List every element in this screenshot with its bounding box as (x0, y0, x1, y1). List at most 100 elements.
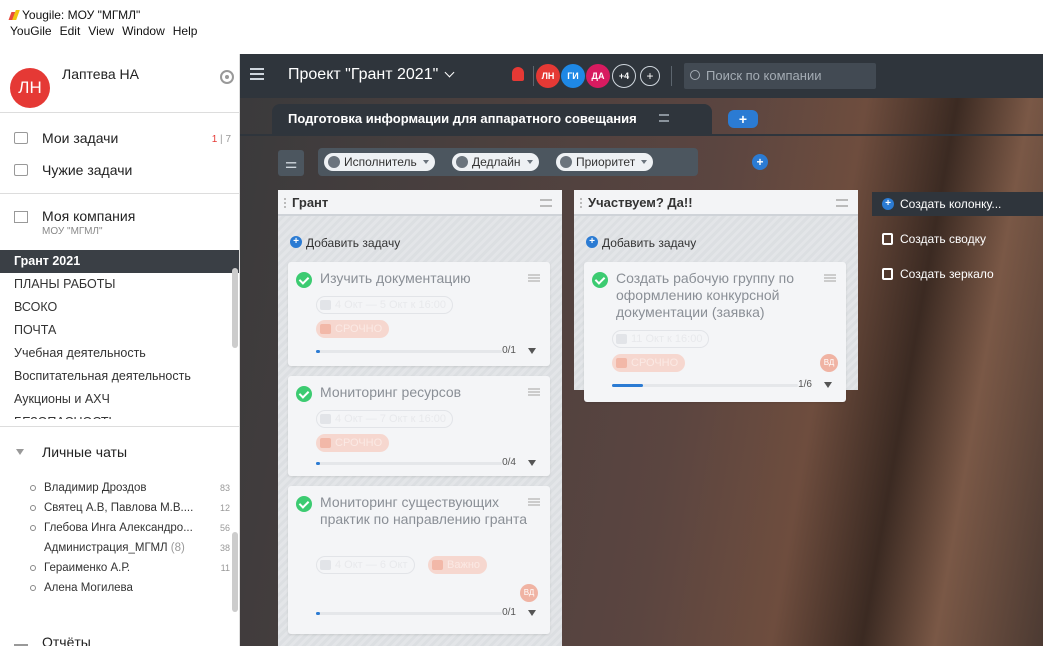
collapse-triangle-icon[interactable] (16, 449, 24, 455)
create-column-button[interactable]: + Создать колонку... (872, 192, 1043, 216)
project-title[interactable]: Проект "Грант 2021" (288, 66, 455, 84)
chevron-down-icon[interactable] (528, 348, 536, 354)
member-avatar[interactable]: ГИ (561, 64, 585, 88)
company-header[interactable]: Моя компания МОУ "МГМЛ" (14, 208, 135, 237)
deadline-chip: 4 Окт — 7 Окт к 16:00 (316, 410, 453, 428)
chart-icon (14, 634, 28, 646)
nav-my-tasks[interactable]: Мои задачи (14, 130, 118, 146)
menu-icon[interactable] (659, 114, 669, 122)
task-card[interactable]: Создать рабочую группу по оформлению кон… (584, 262, 846, 402)
menu-edit[interactable]: Edit (60, 24, 81, 38)
chat-count: 11 (220, 563, 230, 573)
progress-bar (316, 612, 502, 615)
progress-fill (316, 612, 320, 615)
sidebar-toggle-icon[interactable] (250, 68, 264, 80)
chevron-down-icon[interactable] (824, 382, 832, 388)
column-participate: Участвуем? Да!! Добавить задачу Создать … (574, 190, 858, 402)
status-dot-icon (30, 565, 36, 571)
menu-bar: YouGile Edit View Window Help (10, 24, 197, 38)
menu-icon[interactable] (540, 199, 552, 207)
filter-icon[interactable]: ⚌ (278, 150, 304, 176)
task-title: Мониторинг ресурсов (320, 384, 462, 400)
project-item[interactable]: Аукционы и АХЧ (0, 388, 239, 411)
divider (533, 66, 534, 86)
progress-count: 0/1 (502, 607, 516, 618)
member-initials: ГИ (567, 71, 579, 81)
menu-icon[interactable] (528, 498, 540, 506)
chevron-down-icon[interactable] (528, 610, 536, 616)
avatar[interactable]: ЛН (10, 68, 50, 108)
task-card[interactable]: Мониторинг ресурсов 4 Окт — 7 Окт к 16:0… (288, 376, 550, 476)
check-circle-icon[interactable] (592, 272, 608, 288)
chats-header-label: Личные чаты (42, 444, 128, 460)
task-card[interactable]: Мониторинг существующих практик по напра… (288, 486, 550, 634)
bell-icon[interactable] (512, 67, 524, 81)
chat-name: Алена Могилева (44, 582, 133, 594)
chat-count: 56 (219, 523, 230, 533)
tab-board-active[interactable]: Подготовка информации для аппаратного со… (272, 104, 712, 134)
project-item[interactable]: Учебная деятельность (0, 342, 239, 365)
projects-scrollbar[interactable] (232, 268, 238, 348)
add-task-button[interactable]: Добавить задачу (290, 236, 400, 250)
member-avatar[interactable]: ЛН (536, 64, 560, 88)
mirror-icon (882, 268, 893, 280)
filter-priority[interactable]: Приоритет (556, 153, 654, 171)
search-input[interactable]: Поиск по компании (684, 63, 876, 89)
nav-others-tasks[interactable]: Чужие задачи (14, 162, 132, 178)
chevron-down-icon[interactable] (528, 460, 536, 466)
project-item[interactable]: ВСОКО (0, 296, 239, 319)
add-task-button[interactable]: Добавить задачу (586, 236, 696, 250)
project-item-grant-2021[interactable]: Грант 2021 (0, 250, 239, 273)
menu-icon[interactable] (836, 199, 848, 207)
add-board-button[interactable]: + (728, 110, 758, 128)
member-avatar[interactable]: ДА (586, 64, 610, 88)
project-item[interactable]: ПЛАНЫ РАБОТЫ (0, 273, 239, 296)
add-member-button[interactable]: + (640, 66, 660, 86)
check-circle-icon[interactable] (296, 386, 312, 402)
menu-view[interactable]: View (88, 24, 114, 38)
project-item[interactable]: Воспитательная деятельность (0, 365, 239, 388)
chats-header[interactable]: Личные чаты (16, 444, 127, 460)
menu-icon[interactable] (528, 274, 540, 282)
deadline-chip: 4 Окт — 5 Окт к 16:00 (316, 296, 453, 314)
priority-chip: СРОЧНО (316, 434, 390, 452)
filter-deadline[interactable]: Дедлайн (452, 153, 539, 171)
project-item[interactable]: ПОЧТА (0, 319, 239, 342)
building-icon (14, 211, 28, 223)
chat-name: Глебова Инга Александро... (44, 522, 193, 534)
assignee-avatar[interactable]: ВД (520, 584, 538, 602)
chat-name: Гераименко А.Р. (44, 562, 131, 574)
chat-name: Владимир Дроздов (44, 482, 147, 494)
user-profile[interactable]: ЛН Лаптева НА (10, 60, 236, 108)
assignee-avatar[interactable]: ВД (820, 354, 838, 372)
check-circle-icon[interactable] (296, 496, 312, 512)
menu-icon[interactable] (824, 274, 836, 282)
chats-scrollbar[interactable] (232, 532, 238, 612)
create-mirror-button[interactable]: Создать зеркало (872, 262, 1043, 286)
project-topbar: Проект "Грант 2021" ЛН ГИ ДА +4 + Поиск … (240, 54, 1043, 98)
chat-item[interactable]: Администрация_МГМЛ (8) 38 (0, 538, 239, 558)
nav-reports-label: Отчёты (42, 634, 91, 646)
menu-help[interactable]: Help (173, 24, 198, 38)
menu-window[interactable]: Window (122, 24, 165, 38)
create-mirror-label: Создать зеркало (900, 267, 994, 281)
project-item[interactable]: БЕЗОПАСНОСТЬ (0, 411, 239, 419)
create-summary-button[interactable]: Создать сводку (872, 227, 1043, 251)
check-circle-icon[interactable] (296, 272, 312, 288)
filter-assignee[interactable]: Исполнитель (324, 153, 435, 171)
chat-item[interactable]: Алена Могилева (0, 578, 239, 598)
chat-item[interactable]: Гераименко А.Р. 11 (0, 558, 239, 578)
menu-icon[interactable] (528, 388, 540, 396)
nav-reports[interactable]: Отчёты (14, 634, 91, 646)
chat-count: 12 (219, 503, 230, 513)
more-members-button[interactable]: +4 (612, 64, 636, 88)
task-card[interactable]: Изучить документацию 4 Окт — 5 Окт к 16:… (288, 262, 550, 366)
chat-item[interactable]: Владимир Дроздов 83 (0, 478, 239, 498)
column-header[interactable]: Грант (278, 190, 562, 216)
gear-icon[interactable] (220, 70, 234, 84)
chat-item[interactable]: Глебова Инга Александро... 56 (0, 518, 239, 538)
add-filter-button[interactable]: + (752, 154, 768, 170)
column-header[interactable]: Участвуем? Да!! (574, 190, 858, 216)
menu-yougile[interactable]: YouGile (10, 24, 52, 38)
chat-item[interactable]: Святец А.В, Павлова М.В.... 12 (0, 498, 239, 518)
